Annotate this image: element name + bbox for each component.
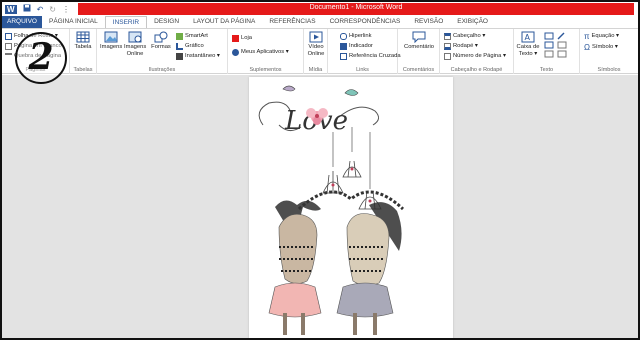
group-comentarios: Comentário Comentários bbox=[398, 29, 440, 74]
hanging-strings bbox=[332, 127, 371, 189]
numero-de-pagina-button[interactable]: Número de Página ▾ bbox=[444, 52, 506, 60]
ribbon: Folha de Rosto ▾ Página em Branco Quebra… bbox=[2, 28, 638, 74]
bookmark-icon bbox=[340, 42, 347, 50]
group-label-ilustracoes: Ilustrações bbox=[148, 67, 176, 73]
cabecalho-button[interactable]: Cabeçalho ▾ bbox=[444, 32, 485, 40]
group-tabelas: Tabela Tabelas bbox=[70, 29, 97, 74]
shapes-icon bbox=[154, 31, 168, 43]
customize-qat-icon[interactable]: ⋮ bbox=[62, 5, 70, 14]
tab-revisao[interactable]: REVISÃO bbox=[407, 16, 450, 28]
group-label-simbolos: Símbolos bbox=[597, 67, 621, 73]
store-icon bbox=[232, 34, 239, 42]
cover-page-icon bbox=[5, 32, 12, 40]
bird-left-icon bbox=[282, 85, 296, 92]
document-area[interactable]: Love bbox=[2, 75, 638, 338]
chart-icon bbox=[176, 42, 183, 50]
tab-referencias[interactable]: REFERÊNCIAS bbox=[262, 16, 322, 28]
undo-icon[interactable]: ↶ bbox=[37, 5, 44, 14]
girl-right-figure bbox=[336, 202, 402, 335]
header-icon bbox=[444, 32, 451, 40]
my-apps-icon bbox=[232, 48, 239, 56]
imagens-button[interactable]: Imagens bbox=[100, 31, 122, 51]
group-simbolos: π Equação ▾ Ω Símbolo ▾ Símbolos bbox=[580, 29, 638, 74]
grafico-button[interactable]: Gráfico bbox=[176, 42, 204, 50]
caixa-de-texto-button[interactable]: A Caixa de Texto ▾ bbox=[516, 31, 540, 57]
group-label-texto: Texto bbox=[539, 67, 554, 73]
online-picture-icon bbox=[128, 31, 142, 43]
comment-icon bbox=[412, 31, 426, 43]
cross-reference-icon bbox=[340, 52, 347, 60]
love-girls-illustration: Love bbox=[258, 85, 405, 335]
group-label-suplementos: Suplementos bbox=[249, 67, 282, 73]
group-suplementos: Loja Meus Aplicativos ▾ Suplementos bbox=[228, 29, 304, 74]
meus-aplicativos-button[interactable]: Meus Aplicativos ▾ bbox=[232, 48, 289, 56]
bird-right-icon bbox=[344, 89, 359, 96]
pi-icon: π bbox=[584, 31, 590, 41]
word-app-icon: W bbox=[5, 4, 17, 14]
indicador-button[interactable]: Indicador bbox=[340, 42, 373, 50]
tab-inserir[interactable]: INSERIR bbox=[104, 16, 148, 28]
hiperlink-button[interactable]: Hiperlink bbox=[340, 32, 372, 40]
smartart-button[interactable]: SmartArt bbox=[176, 32, 208, 40]
text-box-icon: A bbox=[521, 31, 535, 43]
online-video-icon bbox=[309, 31, 323, 43]
tab-layout-da-pagina[interactable]: LAYOUT DA PÁGINA bbox=[186, 16, 262, 28]
tab-correspondencias[interactable]: CORRESPONDÊNCIAS bbox=[323, 16, 408, 28]
ribbon-tabs: ARQUIVO PÁGINA INICIAL INSERIR DESIGN LA… bbox=[2, 16, 638, 28]
screenshot-icon bbox=[176, 52, 183, 60]
save-icon[interactable] bbox=[23, 4, 31, 14]
table-icon bbox=[76, 31, 90, 43]
footer-icon bbox=[444, 42, 451, 50]
quick-access-toolbar: W ↶ ↻ ⋮ bbox=[5, 3, 70, 15]
document-page[interactable]: Love bbox=[249, 77, 453, 338]
formas-button[interactable]: Formas bbox=[150, 31, 172, 51]
tabela-button[interactable]: Tabela bbox=[72, 31, 94, 51]
girl-left-figure bbox=[268, 200, 322, 335]
comentario-button[interactable]: Comentário bbox=[402, 31, 436, 51]
hyperlink-icon bbox=[340, 32, 347, 40]
group-texto: A Caixa de Texto ▾ Texto bbox=[514, 29, 580, 74]
video-online-button[interactable]: Vídeo Online bbox=[305, 31, 327, 57]
window-title: Documento1 - Microsoft Word bbox=[309, 4, 403, 11]
group-links: Hiperlink Indicador Referência Cruzada L… bbox=[328, 29, 401, 74]
loja-button[interactable]: Loja bbox=[232, 34, 252, 42]
rodape-button[interactable]: Rodapé ▾ bbox=[444, 42, 478, 50]
title-bar: W ↶ ↻ ⋮ Documento1 - Microsoft Word bbox=[2, 2, 638, 16]
step-number: 2 bbox=[28, 36, 54, 78]
tab-pagina-inicial[interactable]: PÁGINA INICIAL bbox=[42, 16, 105, 28]
group-cabecalho-rodape: Cabeçalho ▾ Rodapé ▾ Número de Página ▾ … bbox=[440, 29, 514, 74]
title-highlight: Documento1 - Microsoft Word bbox=[78, 3, 634, 15]
imagens-online-button[interactable]: Imagens Online bbox=[124, 31, 146, 57]
picture-icon bbox=[104, 31, 118, 43]
tab-arquivo[interactable]: ARQUIVO bbox=[2, 16, 42, 28]
redo-icon[interactable]: ↻ bbox=[49, 5, 56, 14]
simbolo-button[interactable]: Ω Símbolo ▾ bbox=[584, 42, 618, 52]
group-ilustracoes: Imagens Imagens Online Formas SmartArt G… bbox=[97, 29, 228, 74]
group-label-cabecalho-rodape: Cabeçalho e Rodapé bbox=[450, 67, 503, 73]
text-tools-icons[interactable] bbox=[544, 32, 576, 58]
page-number-icon bbox=[444, 52, 451, 60]
smartart-icon bbox=[176, 32, 183, 40]
step-number-annotation: 2 bbox=[15, 32, 67, 84]
instantaneo-button[interactable]: Instantâneo ▾ bbox=[176, 52, 220, 60]
svg-text:A: A bbox=[525, 33, 531, 42]
equacao-button[interactable]: π Equação ▾ bbox=[584, 31, 619, 41]
page-break-icon bbox=[5, 52, 12, 60]
window-frame: W ↶ ↻ ⋮ Documento1 - Microsoft Word ARQU… bbox=[0, 0, 640, 340]
tab-exibicao[interactable]: EXIBIÇÃO bbox=[450, 16, 495, 28]
referencia-cruzada-button[interactable]: Referência Cruzada bbox=[340, 52, 401, 60]
tab-design[interactable]: DESIGN bbox=[147, 16, 186, 28]
group-label-tabelas: Tabelas bbox=[73, 67, 93, 73]
group-label-links: Links bbox=[356, 67, 369, 73]
group-label-midia: Mídia bbox=[308, 67, 323, 73]
blank-page-icon bbox=[5, 42, 12, 50]
omega-icon: Ω bbox=[584, 42, 590, 52]
group-midia: Vídeo Online Mídia bbox=[304, 29, 328, 74]
group-label-comentarios: Comentários bbox=[402, 67, 435, 73]
